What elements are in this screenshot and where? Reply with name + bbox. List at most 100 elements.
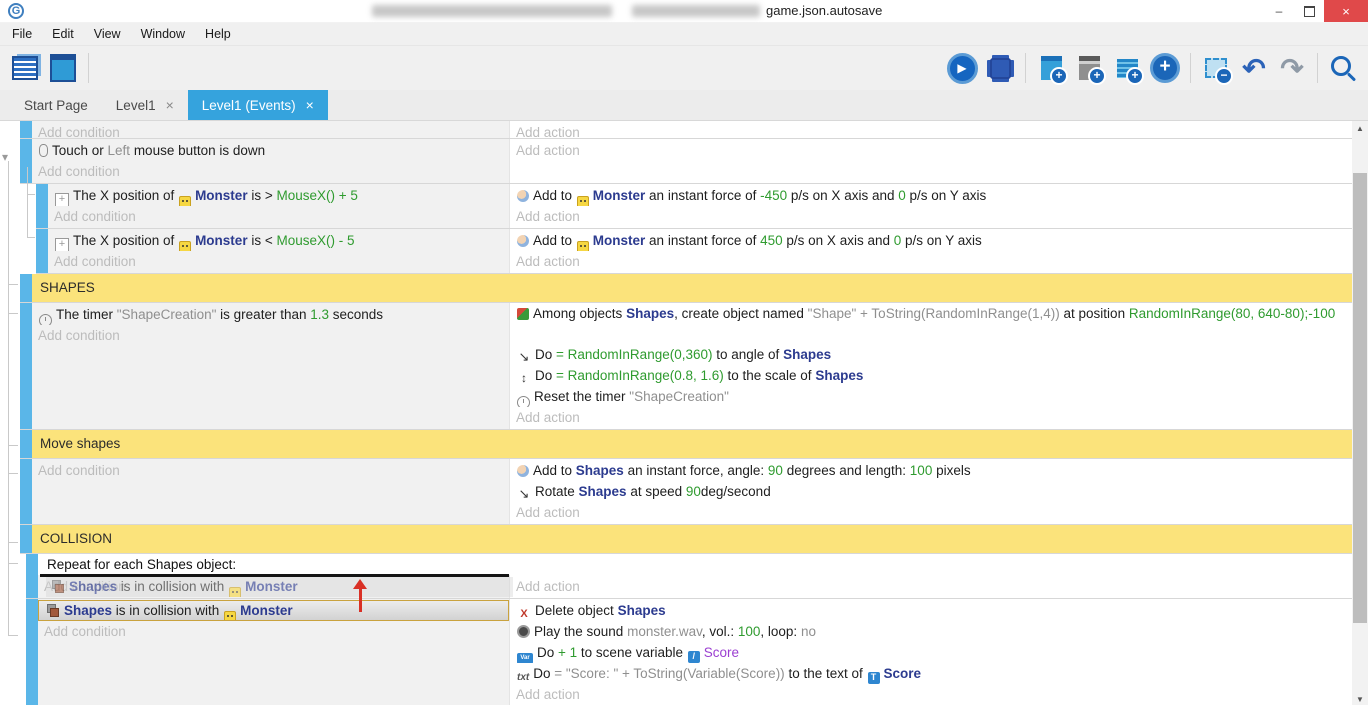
action-line[interactable]: Do + 1 to scene variable Score	[510, 642, 1352, 663]
menu-help[interactable]: Help	[195, 27, 241, 41]
group-header[interactable]: SHAPES	[32, 274, 1352, 302]
conditions-cell: Add condition	[32, 459, 509, 524]
text-segment: Monster	[245, 579, 298, 594]
search-icon[interactable]	[1325, 50, 1361, 86]
toolbar-separator	[1025, 53, 1026, 83]
scroll-up-icon[interactable]: ▲	[1352, 121, 1368, 137]
add-condition-link[interactable]: Add condition	[32, 325, 509, 346]
add-subevent-icon[interactable]	[1071, 50, 1107, 86]
text-segment: Touch or	[52, 143, 108, 158]
add-action-link[interactable]: Add action	[510, 206, 1352, 227]
scrollbar-thumb[interactable]	[1353, 173, 1367, 623]
add-action-link[interactable]: Add action	[510, 122, 1352, 139]
add-condition-link[interactable]: Add condition	[32, 122, 509, 139]
add-action-link[interactable]: Add action	[510, 576, 1352, 597]
tab-level1-events-[interactable]: Level1 (Events)×	[188, 90, 328, 120]
add-condition-link[interactable]: Add condition	[48, 206, 509, 227]
text-segment: 0	[898, 188, 906, 203]
dragged-condition-ghost: Shapes is in collision with Monster	[46, 577, 513, 597]
action-line[interactable]: Do = "Score: " + ToString(Variable(Score…	[510, 663, 1352, 684]
event-selector-bar[interactable]	[20, 459, 32, 524]
condition-line[interactable]: Shapes is in collision with Monster	[38, 600, 509, 621]
menu-window[interactable]: Window	[131, 27, 195, 41]
maximize-button[interactable]	[1294, 0, 1324, 22]
text-segment: Rotate	[535, 484, 579, 499]
event-selector-bar[interactable]	[20, 525, 32, 553]
text-segment: an instant force of	[645, 188, 760, 203]
condition-line[interactable]: The timer "ShapeCreation" is greater tha…	[32, 304, 509, 325]
position-icon	[55, 238, 69, 252]
event-selector-bar[interactable]	[36, 229, 48, 273]
start-page-icon[interactable]	[45, 50, 81, 86]
event-selector-bar[interactable]	[20, 139, 32, 183]
text-segment: deg/second	[701, 484, 771, 499]
tab-start-page[interactable]: Start Page	[10, 90, 102, 120]
conditions-cell: The X position of Monster is > MouseX() …	[48, 184, 509, 228]
close-icon[interactable]: ×	[166, 97, 174, 113]
debug-icon[interactable]	[982, 50, 1018, 86]
text-segment: to the text of	[785, 666, 867, 681]
menu-edit[interactable]: Edit	[42, 27, 84, 41]
close-icon[interactable]: ×	[306, 97, 314, 113]
text-segment: Shapes	[576, 463, 624, 478]
action-line[interactable]: Do = RandomInRange(0.8, 1.6) to the scal…	[510, 365, 1352, 386]
add-condition-link[interactable]: Add condition	[48, 251, 509, 272]
action-line[interactable]: Add to Monster an instant force of -450 …	[510, 185, 1352, 206]
add-action-link[interactable]: Add action	[510, 407, 1352, 428]
add-action-link[interactable]: Add action	[510, 140, 1352, 161]
redo-icon[interactable]	[1274, 50, 1310, 86]
minimize-button[interactable]: –	[1264, 0, 1294, 22]
add-condition-link[interactable]: Add condition	[38, 621, 509, 642]
text-segment: an instant force, angle:	[624, 463, 768, 478]
condition-line[interactable]: The X position of Monster is > MouseX() …	[48, 185, 509, 206]
close-button[interactable]: ×	[1324, 0, 1368, 22]
event-selector-bar[interactable]	[20, 430, 32, 458]
action-line[interactable]: Play the sound monster.wav, vol.: 100, l…	[510, 621, 1352, 642]
repeat-title[interactable]: Repeat for each Shapes object:	[38, 554, 1352, 575]
event-selector-bar[interactable]	[36, 184, 48, 228]
action-line[interactable]: Rotate Shapes at speed 90deg/second	[510, 481, 1352, 502]
undo-icon[interactable]	[1236, 50, 1272, 86]
text-segment: The X position of	[73, 233, 178, 248]
events-list: Add conditionAdd actionTouch or Left mou…	[0, 121, 1352, 705]
event-selector-bar[interactable]	[26, 599, 38, 705]
event-selector-bar[interactable]	[20, 121, 32, 138]
scale-icon	[517, 372, 531, 386]
group-header[interactable]: Move shapes	[32, 430, 1352, 458]
timer-icon	[39, 314, 52, 325]
action-line[interactable]: Add to Shapes an instant force, angle: 9…	[510, 460, 1352, 481]
add-object-icon[interactable]	[1147, 50, 1183, 86]
project-manager-icon[interactable]	[7, 50, 43, 86]
menu-file[interactable]: File	[2, 27, 42, 41]
action-line[interactable]: Reset the timer "ShapeCreation"	[510, 386, 1352, 407]
action-line[interactable]: Add to Monster an instant force of 450 p…	[510, 230, 1352, 251]
event-selector-bar[interactable]	[20, 274, 32, 302]
toolbar-right-group	[943, 50, 1362, 86]
text-segment: = RandomInRange(0,360)	[556, 347, 712, 362]
add-action-link[interactable]: Add action	[510, 684, 1352, 705]
action-line[interactable]: Among objects Shapes, create object name…	[510, 304, 1352, 344]
toolbar	[0, 46, 1368, 90]
play-icon[interactable]	[944, 50, 980, 86]
event-selector-bar[interactable]	[20, 303, 32, 429]
add-action-link[interactable]: Add action	[510, 251, 1352, 272]
group-header[interactable]: COLLISION	[32, 525, 1352, 553]
action-line[interactable]: Do = RandomInRange(0,360) to angle of Sh…	[510, 344, 1352, 365]
text-segment: 90	[686, 484, 701, 499]
add-comment-icon[interactable]	[1109, 50, 1145, 86]
menu-view[interactable]: View	[84, 27, 131, 41]
text-segment: Monster	[240, 603, 293, 618]
add-condition-link[interactable]: Add condition	[32, 460, 509, 481]
redacted-title-text	[372, 5, 612, 17]
event-selector-bar[interactable]	[26, 554, 38, 598]
condition-line[interactable]: Touch or Left mouse button is down	[32, 140, 509, 161]
add-action-link[interactable]: Add action	[510, 502, 1352, 523]
add-event-icon[interactable]	[1033, 50, 1069, 86]
condition-line[interactable]: The X position of Monster is < MouseX() …	[48, 230, 509, 251]
tab-level1[interactable]: Level1×	[102, 90, 188, 120]
delete-event-icon[interactable]	[1198, 50, 1234, 86]
action-line[interactable]: Delete object Shapes	[510, 600, 1352, 621]
scroll-down-icon[interactable]: ▼	[1352, 692, 1368, 705]
add-condition-link[interactable]: Add condition	[32, 161, 509, 182]
vertical-scrollbar[interactable]: ▲ ▼	[1352, 121, 1368, 705]
